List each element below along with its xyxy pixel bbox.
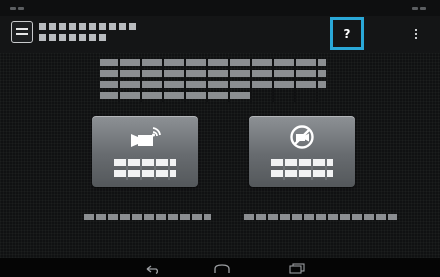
overflow-menu-icon[interactable] [406, 20, 426, 48]
main-content [0, 53, 440, 258]
home-icon[interactable] [213, 262, 231, 275]
no-remote-camera-icon [286, 124, 318, 150]
help-button[interactable]: ? [330, 17, 364, 50]
wireless-video-camera-icon [129, 124, 161, 150]
help-icon: ? [343, 26, 351, 41]
status-bar [0, 0, 440, 16]
device-screen: Cam Ctrl [0, 0, 440, 277]
status-indicator [10, 7, 16, 10]
recent-apps-icon[interactable] [288, 262, 306, 275]
overflow-dot [415, 37, 417, 39]
app-title [39, 23, 136, 41]
disconnect-label [271, 158, 333, 180]
overflow-dot [415, 29, 417, 31]
remote-record-caption [84, 213, 211, 221]
disconnect-button[interactable] [249, 116, 355, 187]
disconnect-caption [244, 213, 397, 221]
camera-control-app-icon: Cam Ctrl [11, 21, 33, 43]
status-indicator [412, 7, 418, 10]
action-bar: Cam Ctrl [0, 16, 440, 53]
system-navigation-bar [0, 258, 440, 277]
app-icon-lettering [16, 28, 28, 35]
instruction-text [100, 58, 326, 102]
status-indicator [420, 7, 426, 10]
status-indicator [18, 7, 24, 10]
remote-record-label [114, 158, 176, 180]
back-icon[interactable] [143, 262, 161, 275]
overflow-dot [415, 33, 417, 35]
remote-record-button[interactable] [92, 116, 198, 187]
